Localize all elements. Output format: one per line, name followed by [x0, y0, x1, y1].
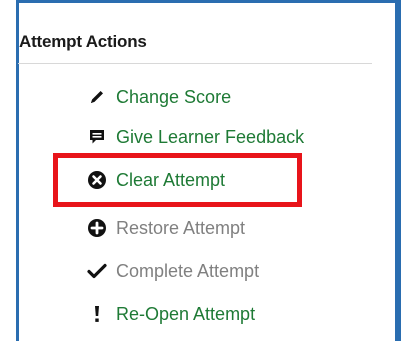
circle-plus-icon [86, 217, 108, 239]
give-learner-feedback-link[interactable]: Give Learner Feedback [86, 122, 304, 152]
exclamation-icon [86, 303, 108, 325]
change-score-link[interactable]: Change Score [86, 82, 231, 112]
restore-attempt-item: Restore Attempt [86, 213, 245, 243]
restore-attempt-label: Restore Attempt [116, 217, 246, 238]
attempt-actions-window: Attempt Actions Change Score Give Learne… [0, 0, 411, 341]
change-score-label: Change Score [116, 86, 232, 107]
title-divider [18, 63, 372, 64]
complete-attempt-label: Complete Attempt [116, 260, 260, 281]
re-open-attempt-link[interactable]: Re-Open Attempt [86, 299, 255, 329]
panel-title: Attempt Actions [19, 32, 147, 51]
frame-border-right [395, 0, 401, 341]
pencil-icon [86, 86, 108, 108]
comment-icon [86, 126, 108, 148]
give-learner-feedback-label: Give Learner Feedback [116, 126, 305, 147]
re-open-attempt-label: Re-Open Attempt [116, 303, 256, 324]
clear-attempt-highlight [53, 153, 302, 207]
checkmark-icon [86, 260, 108, 282]
complete-attempt-item: Complete Attempt [86, 256, 259, 286]
